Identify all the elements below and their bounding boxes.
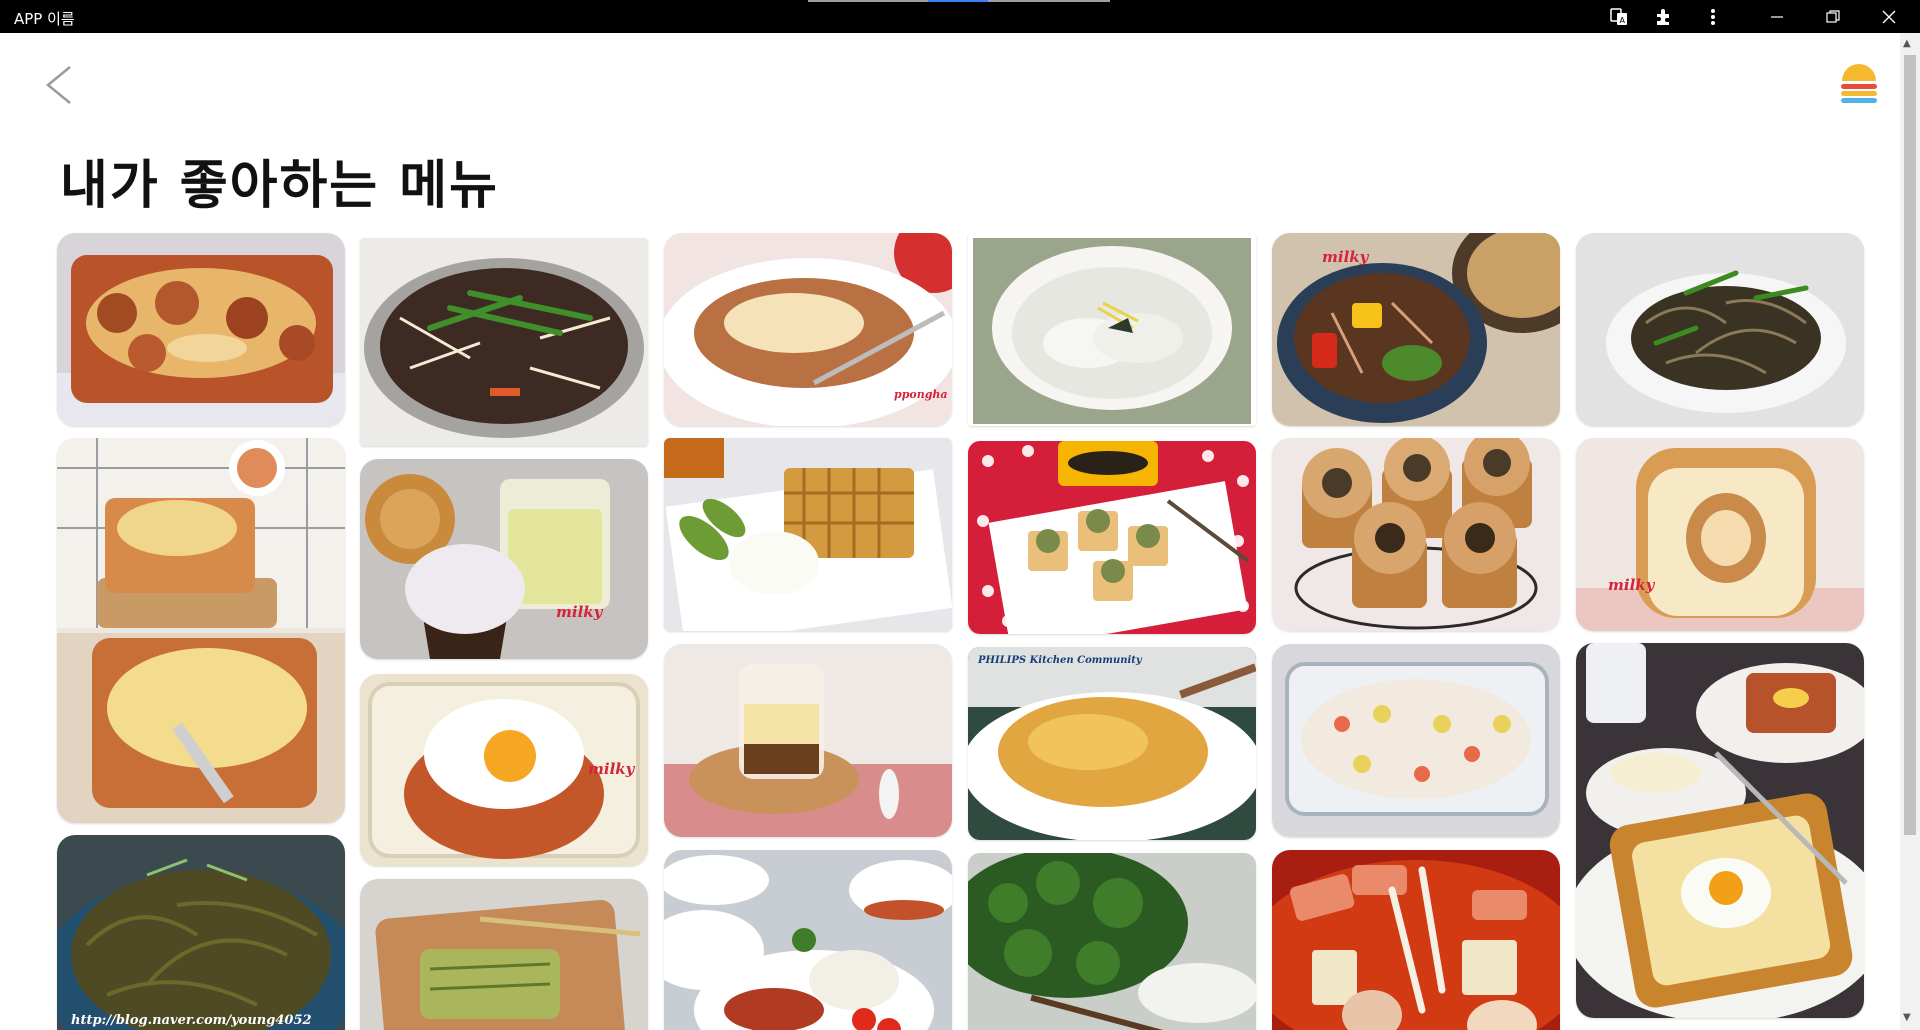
gallery-item-seasoned-greens[interactable]: http://blog.naver.com/young4052	[57, 835, 345, 1030]
gallery-watermark: PHILIPS Kitchen Community	[978, 655, 1142, 666]
gallery-item-rice-and-fish-table[interactable]	[664, 850, 952, 1030]
menu-gallery: http://blog.naver.com/young4052 milky mi…	[57, 233, 1869, 1030]
scroll-down-arrow-icon[interactable]: ▼	[1903, 1012, 1911, 1023]
svg-text:A: A	[1620, 16, 1626, 25]
gallery-item-dumpling-soup[interactable]	[968, 233, 1256, 426]
restore-icon[interactable]	[1820, 4, 1846, 30]
gallery-item-stuffed-tofu-bites[interactable]	[968, 441, 1256, 634]
loading-progress-fill	[928, 0, 988, 2]
app-title: APP 이름	[14, 10, 75, 28]
gallery-watermark: http://blog.naver.com/young4052	[71, 1013, 312, 1028]
menu-button[interactable]	[1840, 61, 1878, 109]
window-titlebar: APP 이름 A	[0, 0, 1920, 33]
gallery-watermark: milky	[556, 603, 603, 621]
gallery-item-meatball-cheese-bake[interactable]	[57, 233, 345, 426]
chevron-left-icon	[46, 66, 71, 104]
gallery-watermark: milky	[1608, 576, 1655, 594]
gallery-item-bread-loaf[interactable]: milky	[1576, 438, 1864, 631]
gallery-item-fried-egg-rice-cake[interactable]: milky	[360, 674, 648, 866]
gallery-watermark: ppongha	[894, 388, 948, 401]
gallery-item-gratin-glass-dish[interactable]	[1272, 644, 1560, 837]
main-content: 내가 좋아하는 메뉴 http://blog.naver.com/young40…	[0, 33, 1900, 1030]
extensions-icon[interactable]	[1650, 4, 1676, 30]
page-title: 내가 좋아하는 메뉴	[60, 156, 499, 216]
gallery-item-cheese-pasta-plate[interactable]: ppongha	[664, 233, 952, 426]
gallery-item-spicy-stew[interactable]	[1272, 850, 1560, 1030]
scroll-up-arrow-icon[interactable]: ▲	[1903, 38, 1911, 49]
gallery-item-mushroom-beef-hotpot[interactable]	[360, 238, 648, 446]
burger-logo-icon	[1841, 64, 1877, 103]
gallery-item-anchovy-stir-fry[interactable]	[1576, 233, 1864, 426]
translate-icon[interactable]: A	[1606, 4, 1632, 30]
more-icon[interactable]	[1700, 4, 1726, 30]
minimize-icon[interactable]	[1764, 4, 1790, 30]
gallery-item-chive-pancake[interactable]	[360, 879, 648, 1030]
gallery-item-stir-fried-vegetables[interactable]: milky	[1272, 233, 1560, 426]
gallery-item-lasagna[interactable]	[57, 438, 345, 823]
gallery-watermark: milky	[1322, 248, 1369, 266]
gallery-item-muffin-rolls[interactable]	[1272, 438, 1560, 631]
gallery-item-egg-toast-breakfast[interactable]	[1576, 643, 1864, 1018]
gallery-watermark: milky	[588, 760, 635, 778]
gallery-item-waffle-with-cream[interactable]	[664, 438, 952, 631]
gallery-item-cupcake-and-juice[interactable]: milky	[360, 459, 648, 659]
scrollbar-thumb[interactable]	[1904, 55, 1916, 835]
gallery-item-pudding-jar[interactable]	[664, 644, 952, 837]
gallery-item-potato-pancake[interactable]: PHILIPS Kitchen Community	[968, 647, 1256, 840]
close-icon[interactable]	[1876, 4, 1902, 30]
back-button[interactable]	[42, 63, 76, 107]
gallery-item-herb-plant[interactable]	[968, 853, 1256, 1030]
